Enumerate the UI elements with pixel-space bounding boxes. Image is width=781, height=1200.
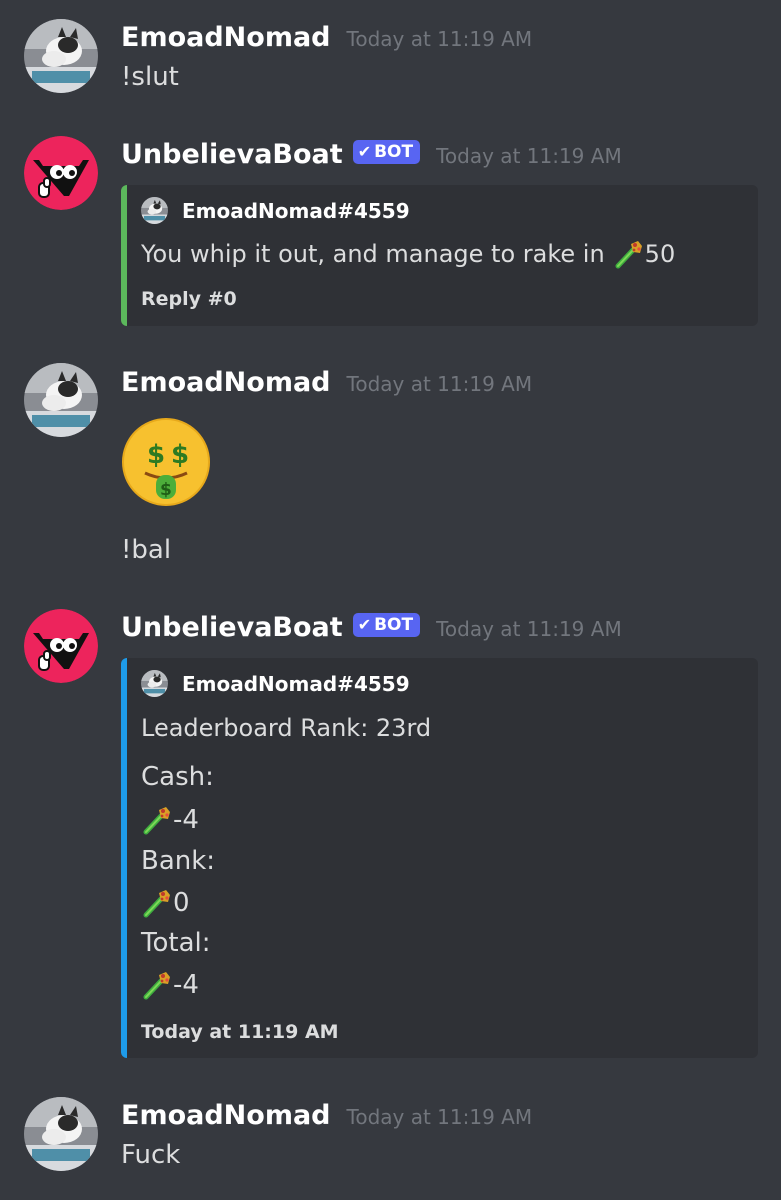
embed-author: EmoadNomad#4559: [141, 670, 410, 697]
timestamp[interactable]: Today at 11:19 AM: [436, 617, 622, 641]
embed-footer: Reply #0: [141, 288, 237, 310]
currency-wand-icon: [613, 238, 645, 270]
cat-avatar-icon: [141, 197, 168, 224]
message-header: EmoadNomad Today at 11:19 AM: [121, 367, 532, 398]
message-header: EmoadNomad Today at 11:19 AM: [121, 22, 532, 53]
currency-wand-icon: [141, 887, 173, 919]
total-label: Total:: [141, 928, 211, 958]
unbelievaboat-avatar-icon: [24, 609, 98, 683]
timestamp[interactable]: Today at 11:19 AM: [347, 372, 533, 396]
bot-avatar[interactable]: [24, 136, 98, 210]
bank-value: 0: [141, 887, 190, 919]
cash-label: Cash:: [141, 762, 214, 792]
author-avatar: [141, 670, 168, 697]
amount-value: 50: [644, 240, 676, 268]
embed: EmoadNomad#4559 Leaderboard Rank: 23rd C…: [121, 658, 758, 1058]
bank-label: Bank:: [141, 846, 216, 876]
username[interactable]: UnbelievaBoat: [121, 612, 343, 643]
embed-author: EmoadNomad#4559: [141, 197, 410, 224]
embed-author-name[interactable]: EmoadNomad#4559: [182, 672, 410, 696]
user-avatar[interactable]: [24, 1097, 98, 1171]
message-header: EmoadNomad Today at 11:19 AM: [121, 1100, 532, 1131]
bank-amount: 0: [173, 888, 190, 918]
timestamp[interactable]: Today at 11:19 AM: [347, 27, 533, 51]
embed-footer: Today at 11:19 AM: [141, 1021, 339, 1043]
message-header: UnbelievaBoat ✔ BOT Today at 11:19 AM: [121, 139, 622, 170]
verified-check-icon: ✔: [357, 142, 372, 161]
bot-tag: ✔ BOT: [352, 139, 421, 164]
user-avatar[interactable]: [24, 19, 98, 93]
embed-accent-bar: [121, 185, 127, 326]
message-text: Fuck: [121, 1140, 181, 1170]
bot-avatar[interactable]: [24, 609, 98, 683]
embed: EmoadNomad#4559 You whip it out, and man…: [121, 185, 758, 326]
timestamp[interactable]: Today at 11:19 AM: [347, 1105, 533, 1129]
message-text: !bal: [121, 535, 172, 565]
leaderboard-rank: Leaderboard Rank: 23rd: [141, 714, 432, 742]
message-text: !slut: [121, 62, 179, 92]
username[interactable]: EmoadNomad: [121, 1100, 331, 1131]
embed-accent-bar: [121, 658, 127, 1058]
username[interactable]: UnbelievaBoat: [121, 139, 343, 170]
chat-log: EmoadNomad Today at 11:19 AM !slut Unbel…: [0, 0, 781, 1200]
unbelievaboat-avatar-icon: [24, 136, 98, 210]
description-text: You whip it out, and manage to rake in: [141, 240, 605, 268]
cat-avatar-icon: [141, 670, 168, 697]
total-amount: -4: [173, 970, 199, 1000]
total-value: -4: [141, 969, 199, 1001]
cash-value: -4: [141, 804, 199, 836]
cat-avatar-icon: [24, 363, 98, 437]
embed-author-name[interactable]: EmoadNomad#4559: [182, 199, 410, 223]
username[interactable]: EmoadNomad: [121, 367, 331, 398]
bot-tag-label: BOT: [374, 141, 414, 162]
money-mouth-face-icon: [121, 417, 211, 507]
cash-amount: -4: [173, 805, 199, 835]
user-avatar[interactable]: [24, 363, 98, 437]
cat-avatar-icon: [24, 1097, 98, 1171]
embed-description: You whip it out, and manage to rake in 5…: [141, 238, 675, 270]
bot-tag: ✔ BOT: [352, 612, 421, 637]
currency-wand-icon: [141, 804, 173, 836]
cat-avatar-icon: [24, 19, 98, 93]
bot-tag-label: BOT: [374, 614, 414, 635]
author-avatar: [141, 197, 168, 224]
message-header: UnbelievaBoat ✔ BOT Today at 11:19 AM: [121, 612, 622, 643]
currency-wand-icon: [141, 969, 173, 1001]
verified-check-icon: ✔: [357, 615, 372, 634]
username[interactable]: EmoadNomad: [121, 22, 331, 53]
timestamp[interactable]: Today at 11:19 AM: [436, 144, 622, 168]
